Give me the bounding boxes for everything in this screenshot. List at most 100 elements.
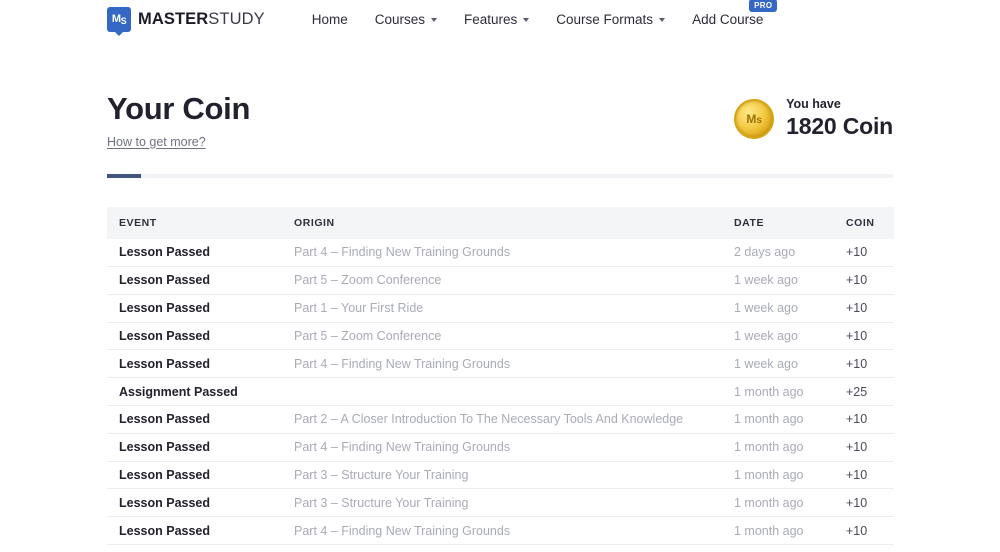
chevron-down-icon [431,18,437,22]
cell-origin: Part 4 – Finding New Training Grounds [282,349,722,379]
cell-event: Lesson Passed [107,238,282,267]
cell-coin: +10 [834,266,894,295]
nav-item-home[interactable]: Home [312,12,348,27]
cell-date: 1 month ago [722,488,834,518]
nav-item-courses[interactable]: Courses [375,12,437,27]
column-header-date: DATE [722,206,834,239]
page-title-group: Your Coin How to get more? [107,91,250,151]
nav-item-features[interactable]: Features [464,11,530,27]
cell-date: 1 week ago [722,349,834,379]
cell-date: 1 week ago [722,294,834,323]
cell-origin: Part 5 – Zoom Conference [282,322,722,351]
table-row[interactable]: Lesson PassedPart 3 – Structure Your Tra… [107,461,894,490]
table-row[interactable]: Lesson Passed Part 4 – Finding New Traini… [107,349,894,379]
cell-coin: +10 [834,544,894,552]
table-row[interactable]: Lesson PassedPart 3 – Structure Your Tra… [107,488,894,518]
brand-name-light: STUDY [208,9,265,28]
nav-item-label: Home [311,11,348,27]
cell-coin: +10 [834,516,894,545]
brand-mark-m: M [111,13,121,25]
coin-mark-s: s [756,115,762,127]
cell-date: 1 month ago [722,461,834,490]
cell-origin: Part 1 – Your First Ride [282,294,722,323]
table-row[interactable]: Lesson Passed Part 5 – Zoom Conference 1 w… [107,322,894,351]
cell-coin: +10 [834,349,894,379]
cell-date: 1 month ago [722,405,834,434]
cell-coin: +10 [834,294,894,323]
cell-event: Lesson Passed [107,433,282,462]
cell-event: Lesson Passed [107,544,282,552]
nav-item-label: Add Course [692,11,764,27]
cell-event: Lesson Passed [107,461,282,490]
nav-item-label: Courses [374,11,425,27]
brand-logo[interactable]: MS MASTERSTUDY [107,6,265,32]
coin-balance-amount: 1820 Coin [786,113,893,139]
page-header-row: Your Coin How to get more? Ms You have 1… [107,38,893,151]
cell-date: 2 days ago [722,238,834,267]
nav-item-label: Course Formats [556,11,654,27]
tab-underline-strip [107,173,893,178]
cell-origin: Part 4 – Finding New Training Grounds [282,433,722,462]
coin-icon: Ms [734,98,775,139]
cell-origin: Part 2 – A Closer Introduction To The Ne… [282,405,722,434]
table-row[interactable]: Lesson Passed Part 4 – Finding New Traini… [107,516,894,545]
nav-item-course-formats[interactable]: Course Formats [556,11,666,27]
cell-date: 1 month ago [722,433,834,462]
table-header-row: EVENT ORIGIN DATE COIN [107,206,894,239]
cell-origin: Part 3 – Structure Your Training [282,461,722,490]
chevron-down-icon [523,18,530,22]
brand-name-bold: MASTER [138,9,209,28]
column-header-event: EVENT [107,206,282,239]
coin-mark-m: M [746,111,757,126]
cell-event: Lesson Passed [107,294,282,323]
cell-origin: Part 3 – Structure Your Training [282,488,722,518]
coin-balance-widget: Ms You have 1820 Coin [734,97,893,141]
page-content: Your Coin How to get more? Ms You have 1… [0,38,1000,552]
column-header-coin: COIN [834,206,894,239]
coin-balance-label: You have [786,97,841,111]
cell-date: 1 month ago [722,544,834,552]
table-row[interactable]: Lesson Passed Part 1 – Your First Ride 1 w… [107,294,894,323]
brand-name: MASTERSTUDY [138,10,265,29]
cell-coin: +10 [834,433,894,462]
pro-badge: PRO [749,0,778,12]
cell-date: 1 week ago [722,322,834,351]
cell-origin: Part 5 – Zoom Conference [282,266,722,295]
table-row[interactable]: Lesson PassedPart 3 – Structure Your Tra… [107,544,894,552]
nav-item-add-course[interactable]: PRO Add Course [692,0,778,27]
main-navigation: Home Courses Features Course Formats PRO… [312,0,778,27]
cell-coin: +10 [834,322,894,351]
cell-origin [282,377,722,406]
coin-history-table: EVENT ORIGIN DATE COIN Lesson Passed Part… [107,206,894,552]
site-header: MS MASTERSTUDY Home Courses Features Cou… [0,0,1000,38]
nav-item-label: Features [464,11,518,27]
cell-date: 1 week ago [722,266,834,295]
cell-event: Lesson Passed [107,488,282,518]
table-row[interactable]: Lesson Passed Part 4 – Finding New Traini… [107,238,894,267]
chevron-down-icon [659,18,666,22]
brand-mark-s: S [120,16,127,26]
tab-active-indicator [107,173,141,178]
cell-coin: +10 [834,461,894,490]
cell-coin: +10 [834,238,894,267]
cell-origin: Part 4 – Finding New Training Grounds [282,516,722,545]
table-row[interactable]: Assignment Passed 1 month ago +25 [107,377,894,406]
masterstudy-shield-icon: MS [107,6,131,32]
table-row[interactable]: Lesson Passed Part 5 – Zoom Conference 1 w… [107,266,894,295]
cell-origin: Part 4 – Finding New Training Grounds [282,238,722,267]
table-head: EVENT ORIGIN DATE COIN [107,206,894,239]
cell-event: Lesson Passed [107,266,282,295]
cell-coin: +10 [834,405,894,434]
column-header-origin: ORIGIN [282,206,722,239]
cell-coin: +10 [834,488,894,518]
page-title: Your Coin [107,91,251,126]
cell-date: 1 month ago [722,516,834,545]
table-body: Lesson Passed Part 4 – Finding New Traini… [107,238,894,552]
cell-event: Lesson Passed [107,405,282,434]
cell-event: Lesson Passed [107,516,282,545]
table-row[interactable]: Lesson Passed Part 4 – Finding New Traini… [107,433,894,462]
cell-event: Assignment Passed [107,377,282,406]
how-to-get-more-link[interactable]: How to get more? [107,135,206,149]
coin-balance-text: You have 1820 Coin [786,97,893,141]
table-row[interactable]: Lesson Passed Part 2 – A Closer Introduct… [107,405,894,434]
